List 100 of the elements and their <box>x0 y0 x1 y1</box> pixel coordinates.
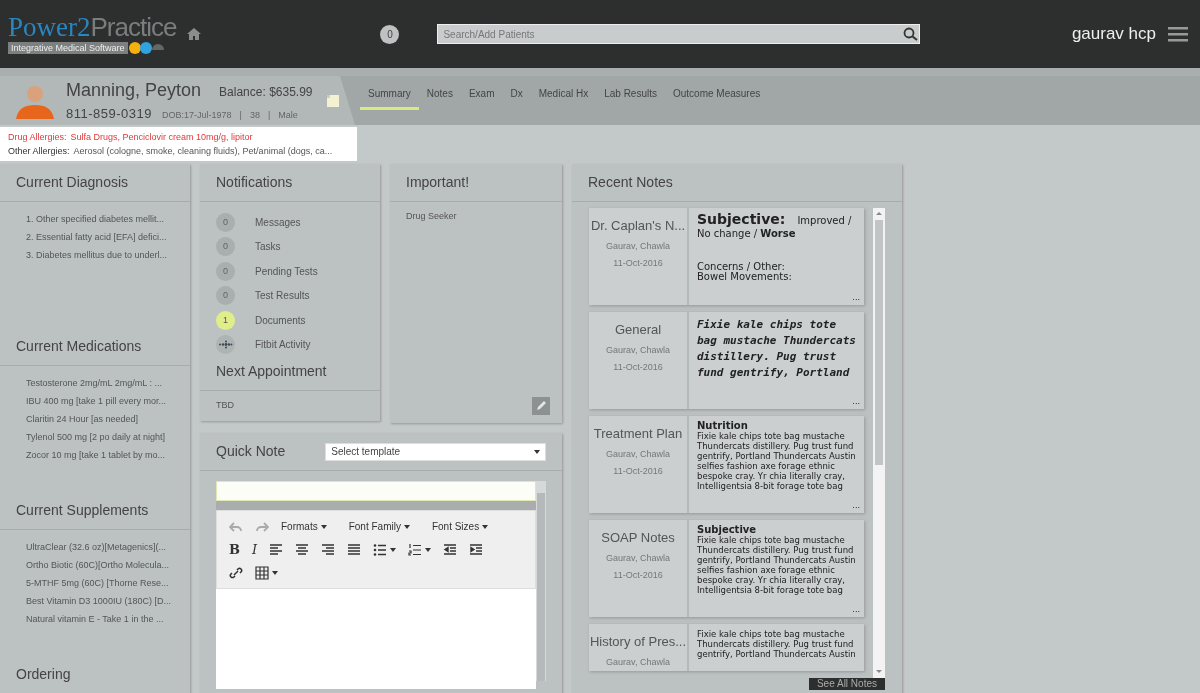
note-date: 11-Oct-2016 <box>612 361 664 374</box>
note-text: Subjective: Improved / No change / Worse <box>697 213 853 240</box>
patient-name: Manning, Peyton <box>66 79 202 103</box>
list-item[interactable]: 5-MTHF 5mg (60C) [Thorne Rese... <box>0 574 190 592</box>
tab[interactable]: Summary <box>360 76 419 110</box>
bold-button[interactable]: B <box>223 537 246 562</box>
numbered-list-icon <box>408 542 423 557</box>
note-date: 11-Oct-2016 <box>612 465 664 478</box>
list-item[interactable]: Natural vitamin E - Take 1 in the ... <box>0 610 190 628</box>
template-select[interactable]: Select template <box>325 442 546 461</box>
notification-link[interactable]: Tasks <box>255 239 281 255</box>
justify-icon <box>347 542 362 557</box>
note-author: Gaurav, Chawla <box>605 655 671 669</box>
note-date: 11-Oct-2016 <box>612 569 664 582</box>
align-center-icon <box>295 542 310 557</box>
list-item[interactable]: 3. Diabetes mellitus due to underl... <box>0 246 190 264</box>
fitbit-icon <box>216 335 235 355</box>
appointment-text: TBD <box>215 399 235 412</box>
section-title: Current Diagnosis <box>0 164 190 202</box>
list-item[interactable]: Zocor 10 mg [take 1 tablet by mo... <box>0 446 190 464</box>
patient-detail: | <box>239 109 242 123</box>
section-title: Current Medications <box>0 328 190 366</box>
count-badge: 0 <box>216 261 235 281</box>
title-field[interactable] <box>216 481 536 501</box>
notification-link[interactable]: Messages <box>255 214 301 230</box>
caret-icon <box>390 547 397 552</box>
notification-link[interactable]: Test Results <box>255 288 310 304</box>
allergy-label: Other Allergies: <box>8 145 70 158</box>
allergy-text: Sulfa Drugs, Penciclovir cream 10mg/g, lipitor <box>70 131 253 144</box>
logo-tagline: Integrative Medical Software <box>8 41 128 54</box>
note-card[interactable]: History of Pres... Gaurav, Chawla Fixie kale chips tote bag mustache Thundercats distillery. Pug trust fund gentrify, Portland Thundercats Austin <box>589 624 864 671</box>
note-text: Fixie kale chips tote bag mustache Thundercats distillery. Pug trust fund gentrify, Portland <box>697 317 856 381</box>
list-item[interactable]: 2. Essential fatty acid [EFA] defici... <box>0 228 190 246</box>
patient-detail: Male <box>278 109 298 123</box>
align-right-icon <box>321 542 336 557</box>
redo-icon <box>255 519 269 534</box>
tab[interactable]: Exam <box>460 76 503 110</box>
edit-icon[interactable] <box>532 397 550 415</box>
section-title: Ordering <box>0 656 190 693</box>
section-title: Recent Notes <box>572 164 902 202</box>
more-link[interactable]: ... <box>852 293 860 303</box>
tab[interactable]: Medical Hx <box>530 76 597 110</box>
note-card[interactable]: Dr. Caplan's N... Gaurav, Chawla 11-Oct-2016 Subjective: Improved / No change / Worse Concerns / Other: Bowel Movements: ... <box>589 208 864 305</box>
more-link[interactable]: ... <box>852 397 860 407</box>
note-author: Gaurav, Chawla <box>605 239 671 253</box>
outdent-icon <box>443 542 458 557</box>
list-item[interactable]: UltraClear (32.6 oz)[Metagenics](... <box>0 538 190 556</box>
align-left-icon <box>269 542 284 557</box>
list-item[interactable]: 1. Other specified diabetes mellit... <box>0 210 190 228</box>
brand-name: Practice <box>90 13 177 41</box>
search-input[interactable]: Search/Add Patients <box>438 26 904 42</box>
format-dropdown[interactable]: Font Family <box>342 517 416 536</box>
notification-count[interactable]: 0 <box>380 24 400 44</box>
format-dropdown[interactable]: Formats <box>275 517 333 536</box>
note-card[interactable]: General Gaurav, Chawla 11-Oct-2016 Fixie kale chips tote bag mustache Thundercats distillery. Pug trust fund gentrify, Portland ... <box>589 312 864 409</box>
more-link[interactable]: ... <box>852 605 860 615</box>
brand-name: Power2 <box>8 13 91 41</box>
see-all-button[interactable]: See All Notes <box>808 678 885 690</box>
list-item[interactable]: Best Vitamin D3 1000IU (180C) [D... <box>0 592 190 610</box>
note-title: Dr. Caplan's N... <box>589 217 687 235</box>
section-title: Important! <box>390 164 562 202</box>
count-badge: 1 <box>216 310 235 330</box>
note-text: Fixie kale chips tote bag mustache Thundercats distillery. Pug trust fund gentrify, Portland Thundercats Austin selfies fashion axe forage ethnic bespoke cray. Yr chia literally cray, Intelligentsia 8-bit forage tote bag <box>697 431 856 491</box>
note-text: Fixie kale chips tote bag mustache Thundercats distillery. Pug trust fund gentrify, Portland Thundercats Austin <box>697 629 856 659</box>
count-badge: 0 <box>216 237 235 257</box>
link-icon <box>229 565 243 580</box>
note-author: Gaurav, Chawla <box>605 343 671 357</box>
list-item[interactable]: Claritin 24 Hour [as needed] <box>0 410 190 428</box>
more-link[interactable]: ... <box>852 501 860 511</box>
caret-icon <box>272 570 278 575</box>
list-item[interactable]: Tylenol 500 mg [2 po daily at night] <box>0 428 190 446</box>
logo-icon <box>127 40 166 55</box>
note-card[interactable] <box>589 520 864 617</box>
home-icon[interactable] <box>186 27 203 41</box>
user-name[interactable]: gaurav hcp <box>1071 21 1156 47</box>
phone-number: 811-859-0319 <box>66 105 152 124</box>
note-author: Gaurav, Chawla <box>605 551 671 565</box>
notification-link[interactable]: Fitbit Activity <box>255 337 311 353</box>
tab[interactable]: Lab Results <box>596 76 665 110</box>
search-field[interactable]: Search/Add Patients <box>437 24 921 44</box>
format-dropdown[interactable]: Font Sizes <box>425 517 495 536</box>
tab[interactable]: Notes <box>418 76 461 110</box>
tab[interactable]: Dx <box>502 76 531 110</box>
list-item[interactable]: Testosterone 2mg/mL 2mg/mL : ... <box>0 374 190 392</box>
note-card[interactable] <box>589 416 864 513</box>
search-icon[interactable] <box>903 27 920 41</box>
caret-icon <box>534 449 540 454</box>
notification-link[interactable]: Pending Tests <box>255 263 318 279</box>
list-item[interactable]: Ortho Biotic (60C)[Ortho Molecula... <box>0 556 190 574</box>
menu-icon[interactable] <box>1168 26 1188 42</box>
patient-detail: | <box>267 109 271 123</box>
tab[interactable]: Outcome Measures <box>665 76 769 110</box>
indent-icon <box>469 542 484 557</box>
italic-button[interactable]: I <box>246 537 264 562</box>
list-item[interactable]: IBU 400 mg [take 1 pill every mor... <box>0 392 190 410</box>
note-text: Concerns / Other: <box>697 262 786 272</box>
notification-link[interactable]: Documents <box>255 312 306 328</box>
note-title: Treatment Plan <box>592 425 684 443</box>
section-title: Next Appointment <box>200 357 380 391</box>
note-heading: Subjective <box>697 525 757 535</box>
